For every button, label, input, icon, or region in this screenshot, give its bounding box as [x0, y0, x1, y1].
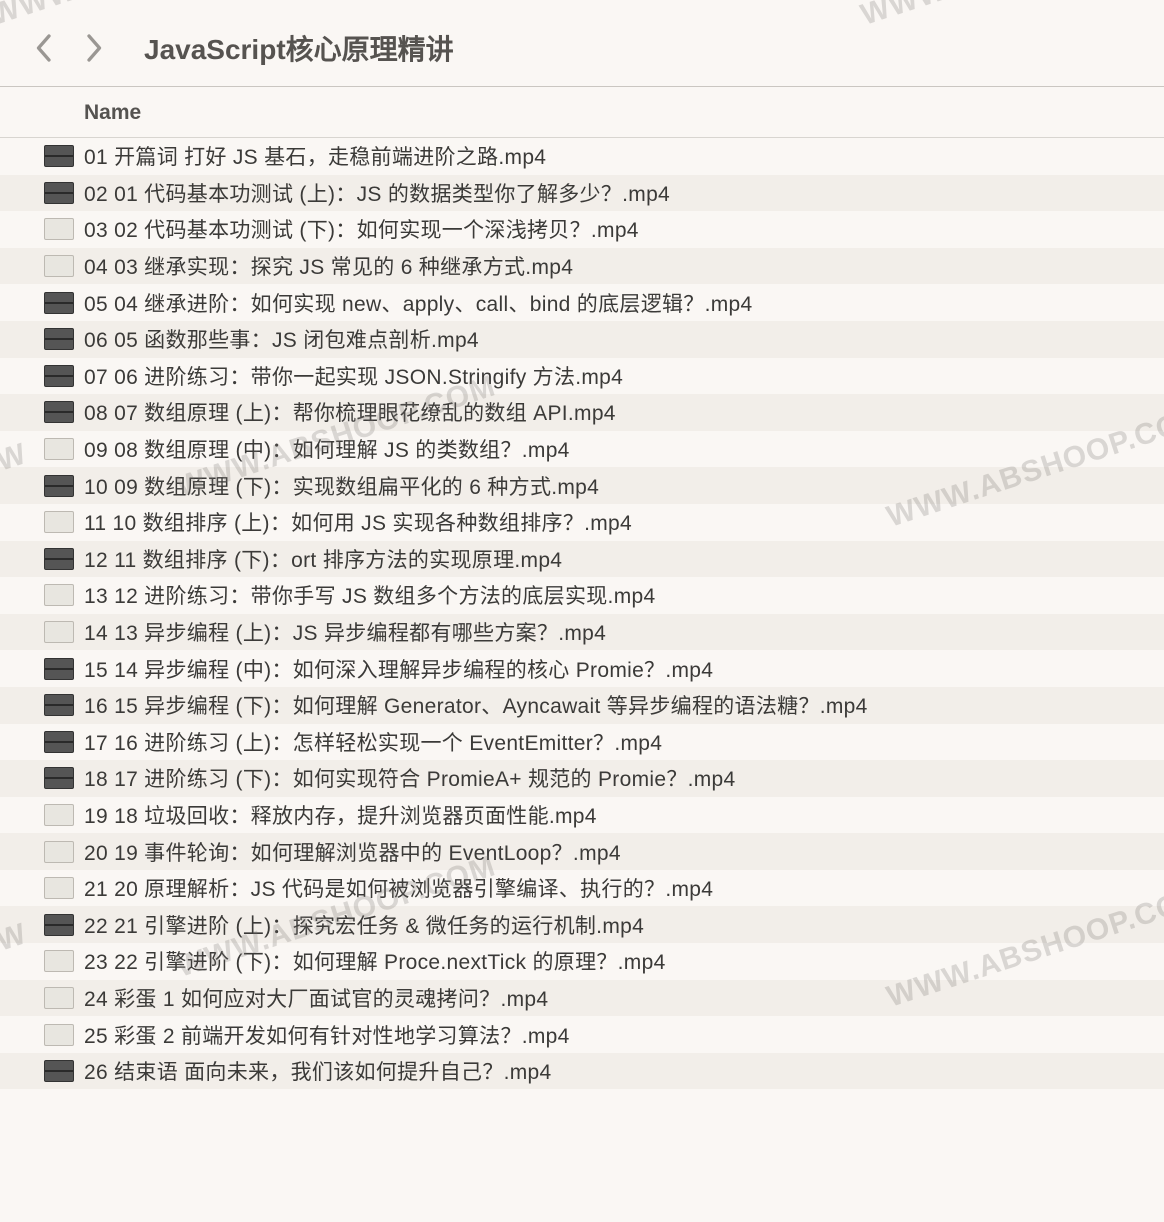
- video-file-icon: [44, 877, 74, 899]
- file-name: 17 16 进阶练习 (上)：怎样轻松实现一个 EventEmitter？.mp…: [84, 727, 662, 757]
- file-row[interactable]: 12 11 数组排序 (下)：ort 排序方法的实现原理.mp4: [0, 541, 1164, 578]
- file-name: 11 10 数组排序 (上)：如何用 JS 实现各种数组排序？.mp4: [84, 507, 632, 537]
- video-file-icon: [44, 218, 74, 240]
- video-file-icon: [44, 548, 74, 570]
- video-file-icon: [44, 292, 74, 314]
- video-file-icon: [44, 401, 74, 423]
- video-file-icon: [44, 145, 74, 167]
- video-file-icon: [44, 841, 74, 863]
- file-row[interactable]: 06 05 函数那些事：JS 闭包难点剖析.mp4: [0, 321, 1164, 358]
- file-row[interactable]: 24 彩蛋 1 如何应对大厂面试官的灵魂拷问？.mp4: [0, 980, 1164, 1017]
- video-file-icon: [44, 1060, 74, 1082]
- file-name: 03 02 代码基本功测试 (下)：如何实现一个深浅拷贝？.mp4: [84, 214, 639, 244]
- video-file-icon: [44, 987, 74, 1009]
- file-row[interactable]: 03 02 代码基本功测试 (下)：如何实现一个深浅拷贝？.mp4: [0, 211, 1164, 248]
- video-file-icon: [44, 328, 74, 350]
- file-row[interactable]: 08 07 数组原理 (上)：帮你梳理眼花缭乱的数组 API.mp4: [0, 394, 1164, 431]
- file-row[interactable]: 04 03 继承实现：探究 JS 常见的 6 种继承方式.mp4: [0, 248, 1164, 285]
- video-file-icon: [44, 365, 74, 387]
- toolbar: JavaScript核心原理精讲: [0, 0, 1164, 86]
- video-file-icon: [44, 511, 74, 533]
- file-row[interactable]: 20 19 事件轮询：如何理解浏览器中的 EventLoop？.mp4: [0, 833, 1164, 870]
- file-row[interactable]: 22 21 引擎进阶 (上)：探究宏任务 & 微任务的运行机制.mp4: [0, 906, 1164, 943]
- file-name: 15 14 异步编程 (中)：如何深入理解异步编程的核心 Promie？.mp4: [84, 654, 713, 684]
- file-row[interactable]: 18 17 进阶练习 (下)：如何实现符合 PromieA+ 规范的 Promi…: [0, 760, 1164, 797]
- video-file-icon: [44, 914, 74, 936]
- file-row[interactable]: 07 06 进阶练习：带你一起实现 JSON.Stringify 方法.mp4: [0, 358, 1164, 395]
- file-row[interactable]: 14 13 异步编程 (上)：JS 异步编程都有哪些方案？.mp4: [0, 614, 1164, 651]
- file-name: 04 03 继承实现：探究 JS 常见的 6 种继承方式.mp4: [84, 251, 573, 281]
- file-name: 10 09 数组原理 (下)：实现数组扁平化的 6 种方式.mp4: [84, 471, 599, 501]
- file-name: 23 22 引擎进阶 (下)：如何理解 Proce.nextTick 的原理？.…: [84, 946, 666, 976]
- video-file-icon: [44, 438, 74, 460]
- file-name: 07 06 进阶练习：带你一起实现 JSON.Stringify 方法.mp4: [84, 361, 623, 391]
- chevron-right-icon: [86, 33, 104, 63]
- file-row[interactable]: 17 16 进阶练习 (上)：怎样轻松实现一个 EventEmitter？.mp…: [0, 724, 1164, 761]
- file-row[interactable]: 10 09 数组原理 (下)：实现数组扁平化的 6 种方式.mp4: [0, 467, 1164, 504]
- video-file-icon: [44, 584, 74, 606]
- column-header-name[interactable]: Name: [0, 87, 1164, 138]
- file-row[interactable]: 01 开篇词 打好 JS 基石，走稳前端进阶之路.mp4: [0, 138, 1164, 175]
- video-file-icon: [44, 950, 74, 972]
- file-name: 05 04 继承进阶：如何实现 new、apply、call、bind 的底层逻…: [84, 288, 752, 318]
- file-name: 24 彩蛋 1 如何应对大厂面试官的灵魂拷问？.mp4: [84, 983, 548, 1013]
- file-name: 25 彩蛋 2 前端开发如何有针对性地学习算法？.mp4: [84, 1020, 570, 1050]
- file-name: 14 13 异步编程 (上)：JS 异步编程都有哪些方案？.mp4: [84, 617, 606, 647]
- file-name: 02 01 代码基本功测试 (上)：JS 的数据类型你了解多少？.mp4: [84, 178, 670, 208]
- forward-button[interactable]: [82, 30, 108, 66]
- file-name: 06 05 函数那些事：JS 闭包难点剖析.mp4: [84, 324, 479, 354]
- file-name: 08 07 数组原理 (上)：帮你梳理眼花缭乱的数组 API.mp4: [84, 397, 616, 427]
- file-row[interactable]: 19 18 垃圾回收：释放内存，提升浏览器页面性能.mp4: [0, 797, 1164, 834]
- file-name: 22 21 引擎进阶 (上)：探究宏任务 & 微任务的运行机制.mp4: [84, 910, 644, 940]
- file-name: 26 结束语 面向未来，我们该如何提升自己？.mp4: [84, 1056, 552, 1086]
- chevron-left-icon: [34, 33, 52, 63]
- file-row[interactable]: 25 彩蛋 2 前端开发如何有针对性地学习算法？.mp4: [0, 1016, 1164, 1053]
- folder-title: JavaScript核心原理精讲: [144, 28, 454, 68]
- file-row[interactable]: 13 12 进阶练习：带你手写 JS 数组多个方法的底层实现.mp4: [0, 577, 1164, 614]
- file-row[interactable]: 21 20 原理解析：JS 代码是如何被浏览器引擎编译、执行的？.mp4: [0, 870, 1164, 907]
- file-row[interactable]: 11 10 数组排序 (上)：如何用 JS 实现各种数组排序？.mp4: [0, 504, 1164, 541]
- video-file-icon: [44, 767, 74, 789]
- video-file-icon: [44, 694, 74, 716]
- file-name: 12 11 数组排序 (下)：ort 排序方法的实现原理.mp4: [84, 544, 562, 574]
- file-row[interactable]: 05 04 继承进阶：如何实现 new、apply、call、bind 的底层逻…: [0, 284, 1164, 321]
- video-file-icon: [44, 804, 74, 826]
- file-name: 13 12 进阶练习：带你手写 JS 数组多个方法的底层实现.mp4: [84, 580, 655, 610]
- file-name: 16 15 异步编程 (下)：如何理解 Generator、Ayncawait …: [84, 690, 868, 720]
- video-file-icon: [44, 475, 74, 497]
- file-name: 01 开篇词 打好 JS 基石，走稳前端进阶之路.mp4: [84, 141, 546, 171]
- video-file-icon: [44, 621, 74, 643]
- video-file-icon: [44, 255, 74, 277]
- video-file-icon: [44, 731, 74, 753]
- file-row[interactable]: 23 22 引擎进阶 (下)：如何理解 Proce.nextTick 的原理？.…: [0, 943, 1164, 980]
- file-name: 09 08 数组原理 (中)：如何理解 JS 的类数组？.mp4: [84, 434, 570, 464]
- video-file-icon: [44, 182, 74, 204]
- file-row[interactable]: 26 结束语 面向未来，我们该如何提升自己？.mp4: [0, 1053, 1164, 1090]
- video-file-icon: [44, 658, 74, 680]
- file-name: 19 18 垃圾回收：释放内存，提升浏览器页面性能.mp4: [84, 800, 597, 830]
- file-name: 18 17 进阶练习 (下)：如何实现符合 PromieA+ 规范的 Promi…: [84, 763, 736, 793]
- file-row[interactable]: 02 01 代码基本功测试 (上)：JS 的数据类型你了解多少？.mp4: [0, 175, 1164, 212]
- file-list: 01 开篇词 打好 JS 基石，走稳前端进阶之路.mp4 02 01 代码基本功测…: [0, 138, 1164, 1089]
- file-row[interactable]: 15 14 异步编程 (中)：如何深入理解异步编程的核心 Promie？.mp4: [0, 650, 1164, 687]
- file-name: 21 20 原理解析：JS 代码是如何被浏览器引擎编译、执行的？.mp4: [84, 873, 713, 903]
- video-file-icon: [44, 1024, 74, 1046]
- back-button[interactable]: [30, 30, 56, 66]
- file-name: 20 19 事件轮询：如何理解浏览器中的 EventLoop？.mp4: [84, 837, 621, 867]
- file-row[interactable]: 09 08 数组原理 (中)：如何理解 JS 的类数组？.mp4: [0, 431, 1164, 468]
- file-row[interactable]: 16 15 异步编程 (下)：如何理解 Generator、Ayncawait …: [0, 687, 1164, 724]
